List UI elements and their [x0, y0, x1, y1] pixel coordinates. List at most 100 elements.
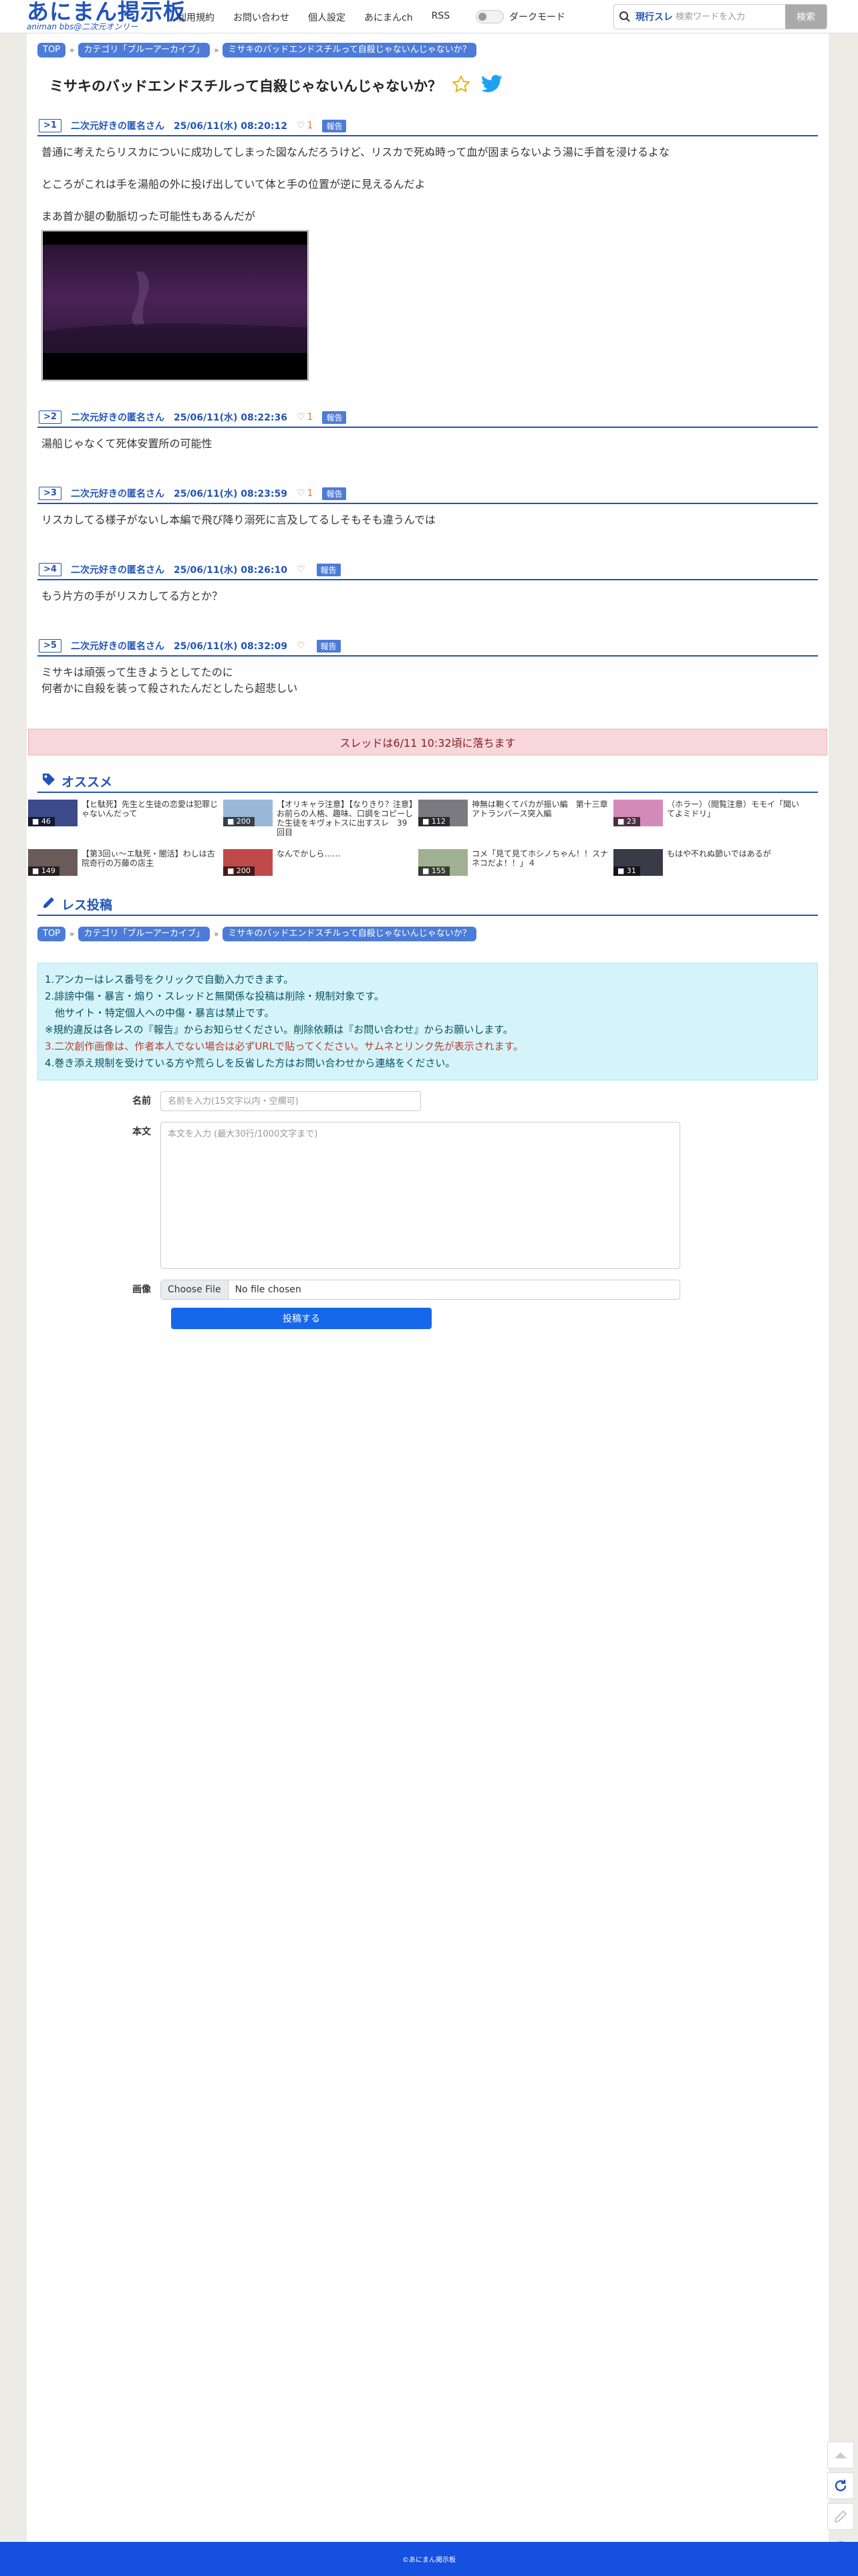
- breadcrumb-category[interactable]: カテゴリ「ブルーアーカイブ」: [78, 927, 210, 941]
- site-header: あにまん掲示板 animan bbs@二次元オンリー 利用規約 お問い合わせ 個…: [0, 0, 858, 33]
- comment-count: ■ 31: [613, 866, 640, 876]
- like-button[interactable]: ♡: [297, 640, 307, 651]
- recommend-item[interactable]: ■ 31 もはや不れぬ節いではあるが: [613, 849, 809, 876]
- name-row: 名前: [37, 1091, 818, 1111]
- breadcrumb-separator: »: [214, 45, 219, 55]
- section-divider: [37, 915, 818, 916]
- recommend-thumbnail[interactable]: ■ 200: [223, 849, 273, 876]
- site-logo[interactable]: あにまん掲示板 animan bbs@二次元オンリー: [27, 0, 186, 31]
- recommend-title[interactable]: なんでかしら……: [277, 849, 414, 876]
- rule-line: 2.誹謗中傷・暴言・煽り・スレッドと無関係な投稿は削除・規制対象です。: [45, 990, 384, 1002]
- name-input[interactable]: [160, 1091, 421, 1111]
- breadcrumb-top[interactable]: TOP: [37, 43, 66, 57]
- post-date: 25/06/11(水) 08:26:10: [173, 565, 287, 576]
- heart-icon: ♡: [296, 120, 305, 131]
- star-icon[interactable]: [451, 74, 471, 97]
- recommend-list: ■ 46 【ヒ駄死】先生と生徒の恋愛は犯罪じゃないんだって ■ 200 【オリキャラ注…: [28, 800, 818, 876]
- res-number[interactable]: >3: [39, 487, 61, 500]
- like-button[interactable]: ♡ 1: [297, 120, 313, 131]
- choose-file-button[interactable]: Choose File: [161, 1280, 229, 1299]
- dark-mode-toggle[interactable]: ダークモード: [476, 10, 565, 23]
- file-status: No file chosen: [235, 1284, 301, 1295]
- recommend-title[interactable]: （ホラー）（閲覧注意）モモイ「聞いてよミドリ」: [667, 800, 805, 837]
- recommend-thumbnail[interactable]: ■ 46: [28, 800, 78, 826]
- recommend-title[interactable]: もはや不れぬ節いではあるが: [667, 849, 805, 876]
- breadcrumb-thread[interactable]: ミサキのバッドエンドスチルって自殺じゃないんじゃないか？: [223, 43, 476, 57]
- like-count: 1: [307, 120, 313, 131]
- recommend-item[interactable]: ■ 112 神無は鞄くてバカが振い編 第十三章アトランパース突入編: [418, 800, 613, 837]
- reply-heading: レス投稿: [37, 895, 818, 913]
- search-button[interactable]: 検索: [785, 5, 827, 29]
- recommend-thumbnail[interactable]: ■ 200: [223, 800, 273, 826]
- report-button[interactable]: 報告: [316, 639, 341, 653]
- recommend-item[interactable]: ■ 200 なんでかしら……: [223, 849, 418, 876]
- post-divider: [37, 135, 818, 136]
- compose-button[interactable]: [827, 2503, 854, 2530]
- res-number[interactable]: >4: [39, 563, 61, 576]
- poster-name: 二次元好きの匿名さん: [70, 489, 164, 499]
- recommend-item[interactable]: ■ 46 【ヒ駄死】先生と生徒の恋愛は犯罪じゃないんだって: [28, 800, 223, 837]
- recommend-title[interactable]: 【第3回ぃ～エ駄死・闇活】わしは古院奇行の万藤の店主: [82, 849, 219, 876]
- comment-count: ■ 200: [223, 817, 255, 826]
- report-button[interactable]: 報告: [322, 411, 347, 424]
- recommend-thumbnail[interactable]: ■ 155: [418, 849, 468, 876]
- post-3: >3 二次元好きの匿名さん 25/06/11(水) 08:23:59 ♡ 1 報告…: [37, 485, 818, 528]
- recommend-thumbnail[interactable]: ■ 112: [418, 800, 468, 826]
- rule-line: 他サイト・特定個人への中傷・暴言は禁止です。: [45, 1007, 275, 1019]
- report-button[interactable]: 報告: [322, 119, 347, 132]
- nav-settings[interactable]: 個人設定: [308, 11, 345, 24]
- res-number[interactable]: >1: [39, 119, 61, 132]
- post-text-line: [41, 160, 818, 177]
- post-divider: [37, 503, 818, 504]
- post-header: >5 二次元好きの匿名さん 25/06/11(水) 08:32:09 ♡ 報告: [37, 638, 818, 654]
- recommend-title[interactable]: 【オリキャラ注意】【なりきり？注意】お前らの人格、趣味、口調をコピーした生徒をキ…: [277, 800, 414, 837]
- reload-button[interactable]: [827, 2472, 854, 2499]
- post-4: >4 二次元好きの匿名さん 25/06/11(水) 08:26:10 ♡ 報告 …: [37, 562, 818, 604]
- recommend-title[interactable]: コメ「見て見てホシノちゃん！！スナネコだよ！！」４: [472, 849, 609, 876]
- post-image[interactable]: [41, 230, 309, 381]
- post-text-line: ミサキは頑張って生きようとしてたのに: [41, 666, 233, 679]
- nav-contact[interactable]: お問い合わせ: [233, 11, 289, 24]
- recommend-thumbnail[interactable]: ■ 149: [28, 849, 78, 876]
- breadcrumb-thread[interactable]: ミサキのバッドエンドスチルって自殺じゃないんじゃないか？: [223, 927, 476, 941]
- recommend-title: オススメ: [61, 774, 113, 790]
- breadcrumb-top[interactable]: TOP: [37, 927, 66, 941]
- toggle-switch[interactable]: [476, 10, 504, 23]
- poster-name: 二次元好きの匿名さん: [70, 565, 164, 576]
- body-textarea[interactable]: [160, 1122, 680, 1269]
- scroll-top-button[interactable]: [827, 2442, 854, 2468]
- main-content: TOP » カテゴリ「ブルーアーカイブ」 » ミサキのバッドエンドスチルって自殺…: [28, 33, 827, 1329]
- recommend-thumbnail[interactable]: ■ 31: [613, 849, 663, 876]
- like-button[interactable]: ♡ 1: [297, 488, 313, 499]
- recommend-thumbnail[interactable]: ■ 23: [613, 800, 663, 826]
- like-button[interactable]: ♡: [297, 564, 307, 575]
- chevron-up-icon: [835, 2452, 847, 2458]
- logo-title: あにまん掲示板: [27, 0, 186, 25]
- breadcrumb-category[interactable]: カテゴリ「ブルーアーカイブ」: [78, 43, 210, 57]
- post-divider: [37, 427, 818, 428]
- file-input[interactable]: Choose File No file chosen: [160, 1280, 680, 1300]
- res-number[interactable]: >5: [39, 639, 61, 653]
- search-scope[interactable]: 現行スレ: [635, 10, 676, 23]
- nav-rss[interactable]: RSS: [432, 11, 450, 24]
- recommend-item[interactable]: ■ 149 【第3回ぃ～エ駄死・闇活】わしは古院奇行の万藤の店主: [28, 849, 223, 876]
- post-text-line: 湯船じゃなくて死体安置所の可能性: [41, 437, 212, 450]
- report-button[interactable]: 報告: [322, 487, 347, 500]
- search-input[interactable]: [676, 11, 776, 22]
- recommend-item[interactable]: ■ 23 （ホラー）（閲覧注意）モモイ「聞いてよミドリ」: [613, 800, 809, 837]
- post-body: リスカしてる様子がないし本編で飛び降り溺死に言及してるしそもそも違うんでは: [37, 512, 818, 528]
- body-label: 本文: [132, 1127, 151, 1137]
- nav-animanch[interactable]: あにまんch: [364, 11, 413, 24]
- res-number[interactable]: >2: [39, 411, 61, 424]
- recommend-item[interactable]: ■ 200 【オリキャラ注意】【なりきり？注意】お前らの人格、趣味、口調をコピーし…: [223, 800, 418, 837]
- recommend-title[interactable]: 神無は鞄くてバカが振い編 第十三章アトランパース突入編: [472, 800, 609, 837]
- recommend-title[interactable]: 【ヒ駄死】先生と生徒の恋愛は犯罪じゃないんだって: [82, 800, 219, 837]
- submit-button[interactable]: 投稿する: [171, 1308, 432, 1329]
- nav-terms[interactable]: 利用規約: [177, 11, 214, 24]
- twitter-icon[interactable]: [480, 74, 503, 97]
- recommend-item[interactable]: ■ 155 コメ「見て見てホシノちゃん！！スナネコだよ！！」４: [418, 849, 613, 876]
- report-button[interactable]: 報告: [316, 563, 341, 576]
- post-date: 25/06/11(水) 08:32:09: [173, 641, 287, 652]
- heart-icon: ♡: [296, 564, 305, 575]
- like-button[interactable]: ♡ 1: [297, 412, 313, 423]
